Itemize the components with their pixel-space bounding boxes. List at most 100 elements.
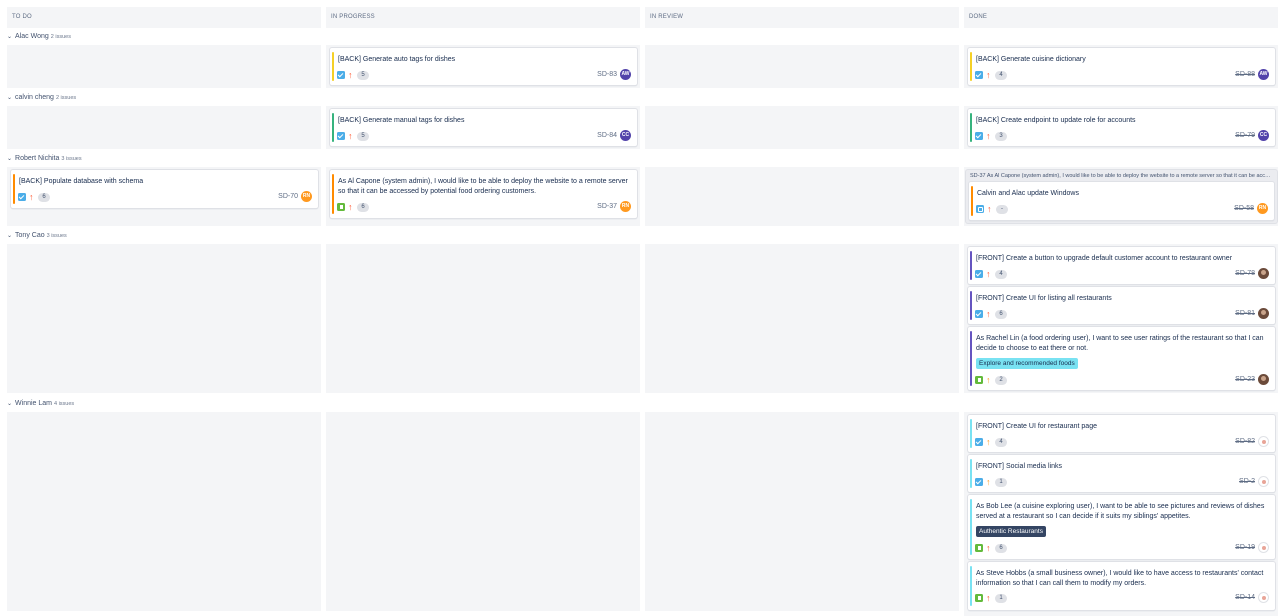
avatar[interactable] <box>1258 436 1269 447</box>
epic-color-bar <box>970 113 972 142</box>
avatar[interactable]: RN <box>301 191 312 202</box>
epic-color-bar <box>970 52 972 81</box>
issue-key[interactable]: SD-79 <box>1235 131 1255 141</box>
task-icon <box>975 478 983 486</box>
issue-card[interactable]: [BACK] Generate manual tags for dishes ↑… <box>330 109 637 146</box>
card-summary: [FRONT] Create UI for listing all restau… <box>976 295 1112 302</box>
task-icon <box>337 132 345 140</box>
priority-high-icon: ↑ <box>986 437 991 447</box>
issue-card[interactable]: As Al Capone (system admin), I would lik… <box>330 170 637 218</box>
issue-card[interactable]: [FRONT] Create UI for listing all restau… <box>968 287 1275 324</box>
issue-card[interactable]: [BACK] Generate cuisine dictionary ↑ 4 S… <box>968 48 1275 85</box>
swimlane-header-calvin-cheng[interactable]: ⌄ calvin cheng 2 issues <box>7 93 76 103</box>
cell-in-review <box>645 244 959 393</box>
chevron-down-icon[interactable]: ⌄ <box>7 32 12 42</box>
avatar[interactable]: AW <box>620 69 631 80</box>
column-title: IN PROGRESS <box>331 14 375 20</box>
swimlane-header-tony-cao[interactable]: ⌄ Tony Cao 3 issues <box>7 231 67 241</box>
priority-high-icon: ↑ <box>986 593 991 603</box>
card-footer: ↑ - SD-58 RN <box>976 203 1268 215</box>
card-footer: ↑ 1 SD-2 <box>975 476 1269 488</box>
epic-color-bar <box>970 291 972 320</box>
card-footer: ↑ 2 SD-23 <box>975 374 1269 386</box>
story-points-badge: 6 <box>995 309 1007 319</box>
epic-color-bar <box>332 174 334 214</box>
card-summary: [BACK] Create endpoint to update role fo… <box>976 117 1136 124</box>
avatar[interactable]: RN <box>1257 203 1268 214</box>
epic-color-bar <box>332 113 334 142</box>
issue-key[interactable]: SD-70 <box>278 192 298 202</box>
swimlane-name: Winnie Lam <box>15 400 52 407</box>
issue-card[interactable]: As Steve Hobbs (a small business owner),… <box>968 562 1275 610</box>
card-summary: As Steve Hobbs (a small business owner),… <box>976 570 1264 587</box>
issue-key[interactable]: SD-14 <box>1235 593 1255 603</box>
issue-key[interactable]: SD-88 <box>1235 70 1255 80</box>
priority-high-icon: ↑ <box>348 131 353 141</box>
parent-issue-title[interactable]: SD-37 As Al Capone (system admin), I wou… <box>970 172 1273 180</box>
epic-label[interactable]: Explore and recommended foods <box>976 358 1078 369</box>
card-summary: [BACK] Generate cuisine dictionary <box>976 56 1086 63</box>
avatar[interactable] <box>1258 592 1269 603</box>
issue-key[interactable]: SD-19 <box>1235 543 1255 553</box>
subtask-card[interactable]: Calvin and Alac update Windows ↑ - SD-58… <box>969 182 1274 220</box>
issue-key[interactable]: SD-81 <box>1235 309 1255 319</box>
issue-card[interactable]: [BACK] Populate database with schema ↑ 6… <box>11 170 318 208</box>
story-points-badge: 1 <box>995 477 1007 487</box>
issue-key[interactable]: SD-84 <box>597 131 617 141</box>
card-summary: [BACK] Populate database with schema <box>19 178 144 185</box>
swimlane-header-alac-wong[interactable]: ⌄ Alac Wong 2 issues <box>7 32 71 42</box>
parent-issue-container[interactable]: SD-37 As Al Capone (system admin), I wou… <box>966 170 1277 223</box>
story-icon <box>337 203 345 211</box>
column-title: TO DO <box>12 14 32 20</box>
card-footer: ↑ 6 SD-81 <box>975 308 1269 320</box>
avatar[interactable] <box>1258 374 1269 385</box>
epic-color-bar <box>970 459 972 488</box>
story-points-badge: 4 <box>995 269 1007 279</box>
issue-card[interactable]: [BACK] Create endpoint to update role fo… <box>968 109 1275 146</box>
issue-key[interactable]: SD-2 <box>1239 477 1255 487</box>
swimlane-name: Tony Cao <box>15 232 45 239</box>
task-icon <box>975 270 983 278</box>
avatar[interactable] <box>1258 268 1269 279</box>
chevron-down-icon[interactable]: ⌄ <box>7 93 12 103</box>
card-footer: ↑ 4 SD-78 <box>975 268 1269 280</box>
column-header-in-progress: IN PROGRESS <box>326 7 640 28</box>
story-points-badge: 6 <box>357 202 369 212</box>
swimlane-count: 4 issues <box>54 401 75 407</box>
issue-card[interactable]: [FRONT] Social media links ↑ 1 SD-2 <box>968 455 1275 492</box>
avatar[interactable]: AW <box>1258 69 1269 80</box>
issue-key[interactable]: SD-23 <box>1235 375 1255 385</box>
priority-high-icon: ↑ <box>348 202 353 212</box>
issue-card[interactable]: As Bob Lee (a cuisine exploring user), I… <box>968 495 1275 559</box>
avatar[interactable] <box>1258 542 1269 553</box>
chevron-down-icon[interactable]: ⌄ <box>7 231 12 241</box>
issue-key[interactable]: SD-58 <box>1234 204 1254 214</box>
swimlane-count: 3 issues <box>61 156 82 162</box>
epic-color-bar <box>970 566 972 606</box>
avatar[interactable] <box>1258 476 1269 487</box>
story-points-badge: - <box>996 204 1008 214</box>
avatar[interactable]: CC <box>620 130 631 141</box>
issue-card[interactable]: [FRONT] Create a button to upgrade defau… <box>968 247 1275 284</box>
issue-card[interactable]: As Rachel Lin (a food ordering user), I … <box>968 327 1275 390</box>
chevron-down-icon[interactable]: ⌄ <box>7 154 12 164</box>
cell-in-review <box>645 412 959 611</box>
column-title: IN REVIEW <box>650 14 684 20</box>
card-footer: ↑ 4 SD-88 AW <box>975 69 1269 81</box>
chevron-down-icon[interactable]: ⌄ <box>7 399 12 409</box>
card-footer: ↑ 6 SD-70 RN <box>18 191 312 203</box>
issue-card[interactable]: [FRONT] Create UI for restaurant page ↑ … <box>968 415 1275 452</box>
issue-key[interactable]: SD-78 <box>1235 269 1255 279</box>
swimlane-header-robert-nichita[interactable]: ⌄ Robert Nichita 3 issues <box>7 154 82 164</box>
swimlane-header-winnie-lam[interactable]: ⌄ Winnie Lam 4 issues <box>7 399 74 409</box>
issue-card[interactable]: [BACK] Generate auto tags for dishes ↑ 5… <box>330 48 637 85</box>
avatar[interactable]: CC <box>1258 130 1269 141</box>
epic-label[interactable]: Authentic Restaurants <box>976 526 1046 537</box>
issue-key[interactable]: SD-37 <box>597 202 617 212</box>
issue-key[interactable]: SD-83 <box>597 70 617 80</box>
avatar[interactable] <box>1258 308 1269 319</box>
issue-key[interactable]: SD-82 <box>1235 437 1255 447</box>
avatar[interactable]: RN <box>620 201 631 212</box>
priority-high-icon: ↑ <box>986 70 991 80</box>
card-footer: ↑ 5 SD-84 CC <box>337 130 631 142</box>
